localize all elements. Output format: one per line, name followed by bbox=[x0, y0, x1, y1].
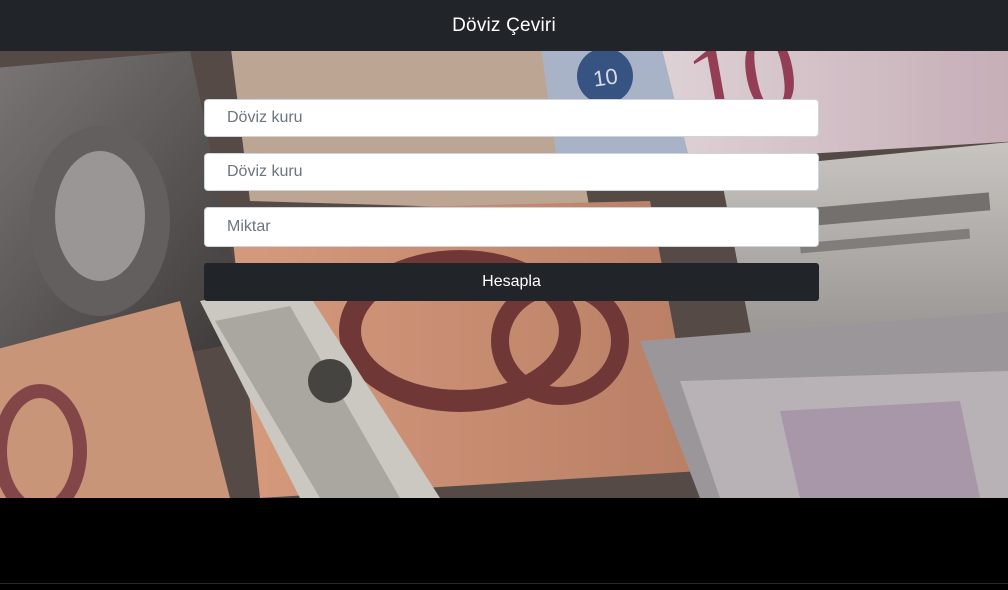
empty-footer-area bbox=[0, 498, 1008, 590]
amount-input[interactable] bbox=[204, 207, 819, 247]
calculate-button[interactable]: Hesapla bbox=[204, 263, 819, 301]
divider bbox=[0, 583, 1008, 584]
hero-background: 10 10 Hesapla bbox=[0, 51, 1008, 498]
to-currency-input[interactable] bbox=[204, 153, 819, 191]
page-title: Döviz Çeviri bbox=[452, 14, 556, 36]
from-currency-input[interactable] bbox=[204, 99, 819, 137]
navbar: Döviz Çeviri bbox=[0, 0, 1008, 51]
currency-form: Hesapla bbox=[204, 99, 819, 301]
